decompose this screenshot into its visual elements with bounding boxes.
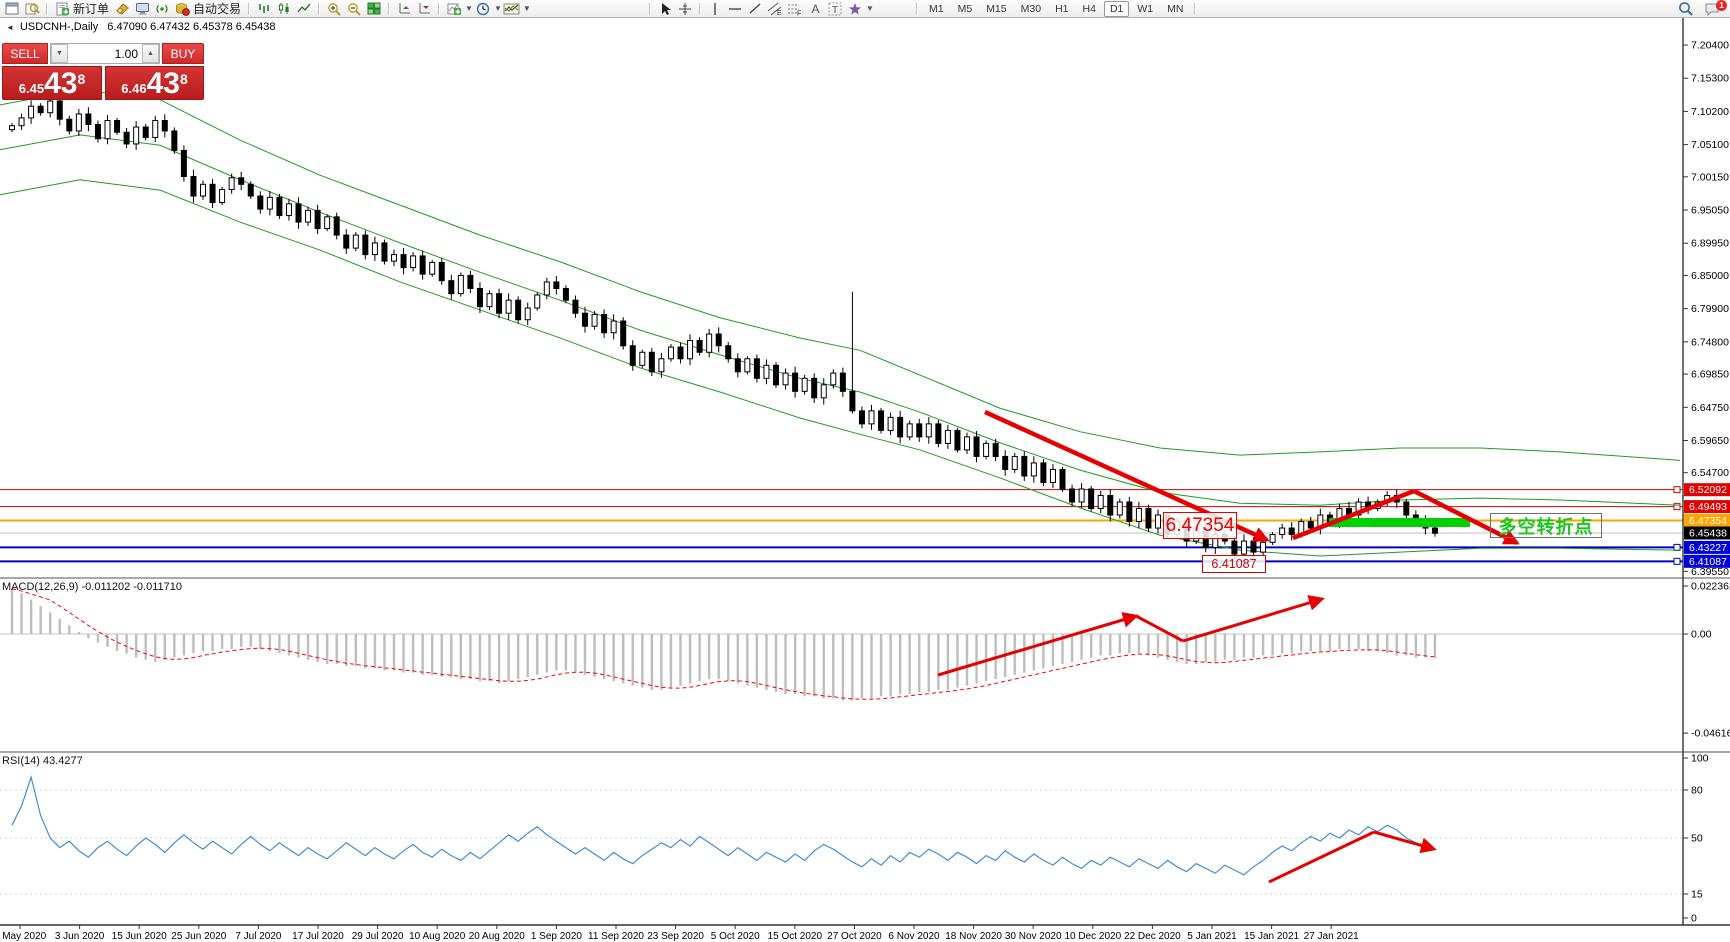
green-highlight-bar: [1329, 518, 1470, 527]
date-tick-label: 7 Jul 2020: [235, 931, 282, 942]
price-tick-label: 6.89950: [1691, 238, 1729, 250]
candlestick-series: [9, 94, 1438, 564]
price-tick-label: 7.00150: [1691, 171, 1729, 183]
volume-box: ▼ ▲: [50, 43, 160, 64]
date-tick-label: 1 Sep 2020: [531, 931, 583, 942]
price-tick-label: 7.15300: [1691, 73, 1729, 85]
buy-price-big: 43: [146, 67, 180, 100]
rsi-tick-label: 100: [1691, 753, 1709, 765]
price-tick-label: 7.20400: [1691, 40, 1729, 52]
price-tick-label: 6.54700: [1691, 467, 1729, 479]
macd-tick-label: -0.046166: [1691, 728, 1730, 740]
date-tick-label: 22 Dec 2020: [1124, 931, 1181, 942]
rsi-label: RSI(14) 43.4277: [2, 755, 83, 767]
macd-tick-label: 0.022362: [1691, 580, 1730, 592]
macd-scale: 0.022362 0.00 -0.046166: [1683, 580, 1730, 740]
date-scale: 2 May 2020 3 Jun 2020 15 Jun 2020 25 Jun 20…: [0, 925, 1359, 942]
date-tick-label: 17 Jul 2020: [292, 931, 344, 942]
date-tick-label: 23 Sep 2020: [647, 931, 704, 942]
date-tick-label: 5 Oct 2020: [711, 931, 760, 942]
rsi-panel: [0, 775, 1683, 895]
date-tick-label: 27 Jan 2021: [1304, 931, 1359, 942]
trend-arrow-main: [1292, 488, 1415, 541]
date-tick-label: 15 Jun 2020: [112, 931, 167, 942]
rsi-tick-label: 50: [1691, 833, 1703, 845]
date-tick-label: 6 Nov 2020: [888, 931, 940, 942]
sell-price-big: 43: [44, 67, 78, 100]
rsi-tick-label: 80: [1691, 785, 1703, 797]
date-tick-label: 2 May 2020: [0, 931, 47, 942]
axes: [0, 18, 1730, 926]
price-tick-label: 6.64750: [1691, 402, 1729, 414]
rsi-tick-label: 0: [1691, 913, 1697, 925]
date-tick-label: 5 Jan 2021: [1187, 931, 1237, 942]
sell-price[interactable]: 6.45 43 8: [2, 66, 102, 100]
price-tick-label: 6.59650: [1691, 435, 1729, 447]
price-tag-label: 6.52092: [1689, 484, 1727, 496]
price-tick-label: 6.85000: [1691, 270, 1729, 282]
trend-arrow-macd: [1135, 614, 1184, 643]
volume-input[interactable]: [68, 44, 142, 63]
support-price-annotation: 6.47354: [1163, 512, 1237, 539]
buy-price[interactable]: 6.46 43 8: [105, 66, 204, 100]
price-tag-label: 6.49493: [1689, 501, 1727, 513]
buy-price-sup: 8: [179, 71, 188, 87]
sell-price-base: 6.45: [18, 81, 45, 96]
rsi-value: 43.4277: [42, 755, 83, 767]
price-tick-label: 6.79900: [1691, 303, 1729, 315]
rsi-line: [11, 775, 1436, 876]
price-tag-label: 6.43227: [1689, 542, 1727, 554]
rsi-tick-label: 15: [1691, 889, 1703, 901]
bollinger-bands: [0, 89, 1681, 557]
macd-signal-line: [11, 588, 1435, 700]
date-tick-label: 25 Jun 2020: [171, 931, 226, 942]
macd-tick-label: 0.00: [1691, 629, 1712, 641]
price-tag-label: 6.47354: [1689, 515, 1727, 527]
one-click-trading-panel: SELL ▼ ▲ BUY 6.45 43 8 6.46 43 8: [2, 43, 204, 100]
sell-button[interactable]: SELL: [2, 43, 48, 64]
macd-panel: [0, 588, 1683, 701]
price-tick-label: 7.10200: [1691, 106, 1729, 118]
sell-price-sup: 8: [77, 71, 86, 87]
volume-down-button[interactable]: ▼: [51, 44, 68, 63]
price-tag-label: 6.41087: [1689, 556, 1727, 568]
rsi-scale: 100 80 50 15 0: [1683, 753, 1709, 925]
low-price-annotation: 6.41087: [1202, 555, 1266, 573]
date-tick-label: 11 Sep 2020: [588, 931, 644, 942]
date-tick-label: 15 Jan 2021: [1244, 931, 1299, 942]
date-tick-label: 15 Oct 2020: [768, 931, 823, 942]
turning-point-annotation: 多空转折点: [1490, 513, 1602, 538]
trend-arrow-rsi: [1373, 830, 1437, 854]
chart-canvas: 7.20400 7.15300 7.10200 7.05100 7.00150 6.950…: [0, 18, 1730, 942]
price-tick-label: 6.69850: [1691, 369, 1729, 381]
price-scale: 7.20400 7.15300 7.10200 7.05100 7.00150 6.950…: [1683, 40, 1730, 578]
price-tag-label: 6.45438: [1689, 528, 1727, 540]
buy-button[interactable]: BUY: [162, 43, 204, 64]
volume-up-button[interactable]: ▲: [142, 44, 159, 63]
bollinger-upper: [0, 89, 1681, 461]
rsi-name: RSI(14): [2, 755, 40, 767]
price-tick-label: 7.05100: [1691, 139, 1729, 151]
date-tick-label: 29 Jul 2020: [352, 931, 404, 942]
date-tick-label: 10 Dec 2020: [1064, 931, 1121, 942]
mt4-terminal: 新订单 自动交易 ▼ ▼ ▼ E F A T ▼ M1 M5 M15 M30 H…: [0, 0, 1730, 942]
price-tick-label: 6.74800: [1691, 336, 1729, 348]
date-tick-label: 30 Nov 2020: [1005, 931, 1062, 942]
buy-price-base: 6.46: [121, 81, 147, 96]
macd-label: MACD(12,26,9) -0.011202 -0.011710: [2, 581, 182, 593]
price-tick-label: 6.95050: [1691, 205, 1729, 217]
macd-name: MACD(12,26,9): [2, 581, 79, 593]
date-tick-label: 3 Jun 2020: [55, 931, 105, 942]
date-tick-label: 27 Oct 2020: [827, 931, 882, 942]
date-tick-label: 18 Nov 2020: [945, 931, 1002, 942]
date-tick-label: 20 Aug 2020: [469, 931, 526, 942]
macd-values: -0.011202 -0.011710: [81, 581, 182, 593]
date-tick-label: 10 Aug 2020: [409, 931, 466, 942]
